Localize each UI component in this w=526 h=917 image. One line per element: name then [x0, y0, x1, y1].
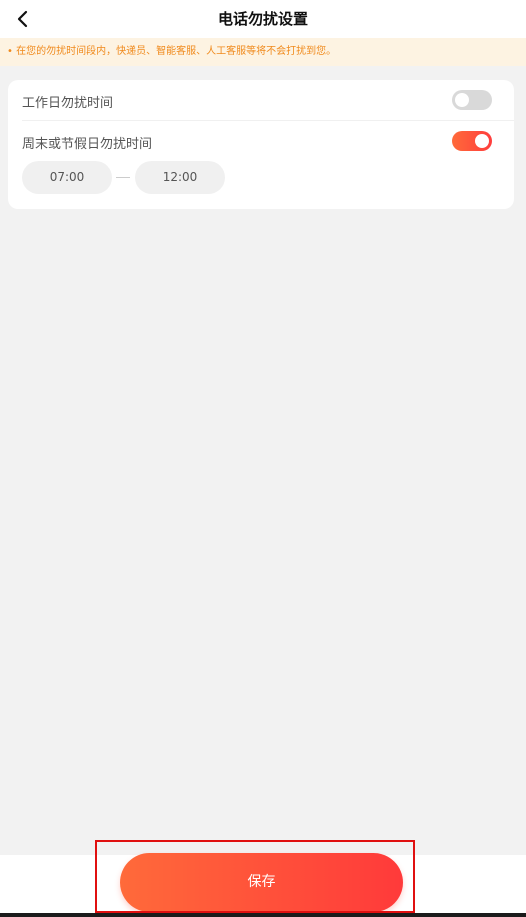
end-time-picker[interactable]: 12:00: [135, 161, 225, 194]
toggle-knob: [455, 93, 469, 107]
divider: [22, 120, 514, 121]
start-time-picker[interactable]: 07:00: [22, 161, 112, 194]
toggle-knob: [475, 134, 489, 148]
weekday-toggle[interactable]: [452, 90, 492, 110]
time-range-dash: [116, 177, 130, 178]
page-title: 电话勿扰设置: [217, 10, 308, 28]
save-button[interactable]: 保存: [120, 853, 403, 912]
settings-card: 工作日勿扰时间 周末或节假日勿扰时间 07:00 12:00: [8, 80, 514, 209]
notice-banner: • 在您的勿扰时间段内，快递员、智能客服、人工客服等将不会打扰到您。: [0, 38, 526, 66]
weekday-label: 工作日勿扰时间: [22, 96, 114, 111]
weekend-label: 周末或节假日勿扰时间: [22, 137, 153, 152]
weekend-toggle[interactable]: [452, 131, 492, 151]
bottom-edge: [0, 913, 526, 917]
header-bar: 电话勿扰设置: [0, 0, 526, 38]
